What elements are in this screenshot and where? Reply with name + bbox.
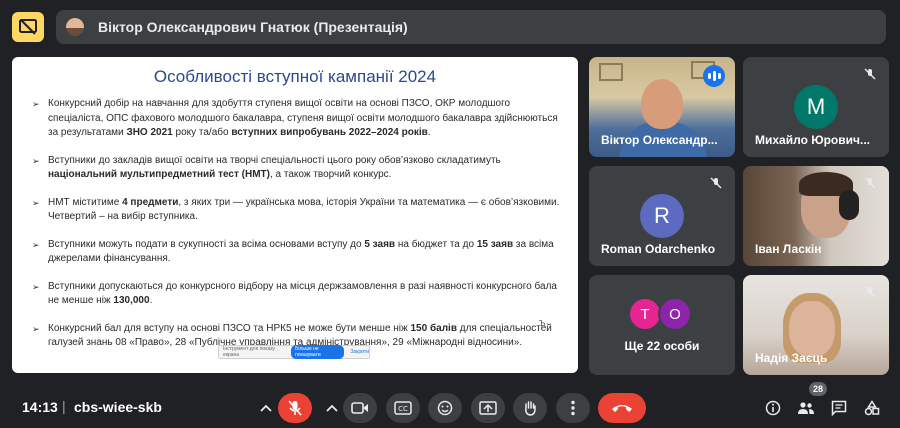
participant-count-badge: 28 <box>809 382 827 396</box>
more-participants-label: Ще 22 особи <box>624 339 700 353</box>
mic-off-icon[interactable] <box>278 393 312 423</box>
participant-tile-overflow[interactable]: T O Ще 22 особи <box>589 275 735 375</box>
participant-name: Надія Заєць <box>755 351 828 365</box>
participant-avatar: T <box>628 297 662 331</box>
bullet-emphasis: 150 балів <box>410 322 457 334</box>
activities-icon[interactable] <box>861 397 883 419</box>
slide-bullet: ➢ НМТ міститиме 4 предмети, з яких три — … <box>32 196 562 225</box>
mic-off-icon <box>861 65 879 83</box>
share-overlay-close[interactable]: Закрити <box>350 349 369 355</box>
emoji-icon[interactable] <box>428 393 462 423</box>
bullet-emphasis: 4 предмети <box>122 196 179 208</box>
chevron-up-icon[interactable] <box>256 393 276 423</box>
participant-tile-roman[interactable]: R Roman Odarchenko <box>589 166 735 266</box>
bullet-text: Вступники до закладів вищої освіти на тв… <box>48 154 501 166</box>
raise-hand-icon[interactable] <box>513 393 547 423</box>
bullet-emphasis: вступних випробувань 2022–2024 років <box>231 127 428 138</box>
participant-tile-mykhailo[interactable]: M Михайло Юрович... <box>743 57 889 157</box>
share-overlay-toolbar: Інструмент для показу екрана Більше не п… <box>218 345 370 359</box>
meeting-code: cbs-wiee-skb <box>74 399 162 415</box>
slide-bullet: ➢ Конкурсний добір на навчання для здобут… <box>32 97 562 141</box>
participant-avatar: O <box>658 297 692 331</box>
slide-bullet: ➢ Вступники можуть подати в сукупності за… <box>32 238 562 267</box>
speaking-indicator-icon <box>703 65 725 87</box>
bullet-text: Вступники можуть подати в сукупності за … <box>48 238 365 250</box>
bullet-arrow-icon: ➢ <box>32 155 40 166</box>
share-overlay-button[interactable]: Більше не показувати <box>291 345 345 359</box>
bullet-text: . <box>427 127 431 138</box>
bullet-emphasis: 5 заяв <box>364 238 396 250</box>
separator: | <box>62 398 66 414</box>
slide-bullet: ➢ Вступники до закладів вищої освіти на т… <box>32 154 562 183</box>
participant-name: Іван Ласкін <box>755 242 822 256</box>
bullet-text: року та/або <box>172 127 232 138</box>
cursor-mark: Ъ <box>539 319 546 328</box>
chat-icon[interactable] <box>828 397 850 419</box>
bullet-arrow-icon: ➢ <box>32 197 40 208</box>
slide-title: Особливості вступної кампанії 2024 <box>153 67 437 86</box>
presenter-avatar <box>66 18 84 36</box>
bullet-text: Конкурсний бал для вступу на основі ПЗСО… <box>48 322 411 334</box>
participant-tile-nadiia[interactable]: Надія Заєць <box>743 275 889 375</box>
participant-name: Roman Odarchenko <box>601 242 716 256</box>
bullet-arrow-icon: ➢ <box>32 99 40 109</box>
mic-off-icon <box>707 174 725 192</box>
bullet-text: на бюджет та до <box>395 238 477 250</box>
bullet-arrow-icon: ➢ <box>32 281 40 292</box>
people-icon[interactable] <box>795 397 817 419</box>
bullet-arrow-icon: ➢ <box>32 323 40 334</box>
slide-bullet: ➢ Вступники допускаються до конкурсного в… <box>32 280 562 309</box>
mic-off-icon <box>861 283 879 301</box>
participant-tile-ivan[interactable]: Іван Ласкін <box>743 166 889 266</box>
presentation-slide: Особливості вступної кампанії 2024 ➢ Конк… <box>12 57 578 373</box>
present-to-all-off-icon[interactable] <box>12 12 44 42</box>
participant-name: Михайло Юрович... <box>755 133 870 147</box>
bullet-emphasis: національний мультипредметний тест (НМТ) <box>48 169 270 180</box>
participant-avatar: M <box>794 85 838 129</box>
overflow-avatars: T O <box>628 297 692 331</box>
bullet-arrow-icon: ➢ <box>32 239 40 250</box>
present-icon[interactable] <box>471 393 505 423</box>
bullet-emphasis: 130,000 <box>113 295 150 306</box>
headset <box>839 190 859 220</box>
presenter-pill[interactable]: Віктор Олександрович Гнатюк (Презентація… <box>56 10 886 44</box>
person-face <box>789 301 835 357</box>
more-vert-icon[interactable] <box>556 393 590 423</box>
bullet-emphasis: ЗНО 2021 <box>126 127 173 138</box>
share-overlay-text: Інструмент для показу екрана <box>223 346 275 358</box>
mic-off-icon <box>861 174 879 192</box>
slide-bullets: ➢ Конкурсний добір на навчання для здобут… <box>32 97 562 364</box>
hang-up-icon[interactable] <box>598 393 646 423</box>
wall-frame <box>599 63 623 81</box>
participant-tile-viktor[interactable]: Віктор Олександр... <box>589 57 735 157</box>
chevron-up-icon[interactable] <box>322 393 342 423</box>
camera-icon[interactable] <box>343 393 377 423</box>
meeting-time: 14:13 <box>22 399 58 415</box>
participant-avatar: R <box>640 194 684 238</box>
svg-text:CC: CC <box>398 405 408 413</box>
bullet-text: , а також творчий конкурс. <box>270 169 392 180</box>
presenter-name: Віктор Олександрович Гнатюк (Презентація… <box>98 19 408 35</box>
bullet-text: НМТ міститиме <box>48 196 123 208</box>
presenter-bar: Віктор Олександрович Гнатюк (Презентація… <box>10 8 886 46</box>
participant-name: Віктор Олександр... <box>601 133 718 147</box>
info-icon[interactable] <box>762 397 784 419</box>
bullet-emphasis: 15 заяв <box>476 238 514 250</box>
bullet-text: . <box>149 295 153 306</box>
meeting-controls-bar: 14:13 | cbs-wiee-skb CC 28 <box>0 382 900 428</box>
captions-icon[interactable]: CC <box>386 393 420 423</box>
person-face <box>641 79 683 129</box>
